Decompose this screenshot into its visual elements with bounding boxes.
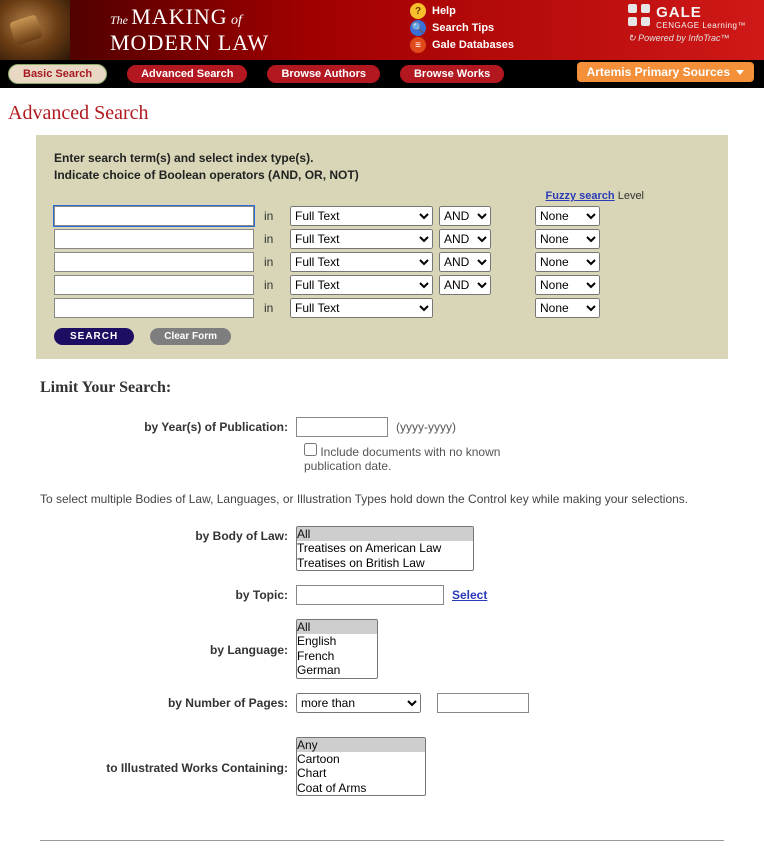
nav-basic-search[interactable]: Basic Search [8, 64, 107, 84]
topic-select-link[interactable]: Select [452, 588, 487, 602]
pages-label: by Number of Pages: [40, 693, 296, 710]
gale-branding: GALE CENGAGE Learning™ Powered by InfoTr… [628, 4, 746, 44]
pages-input[interactable] [437, 693, 529, 713]
language-select[interactable]: All English French German [296, 619, 378, 679]
search-button[interactable]: SEARCH [54, 328, 134, 345]
help-link[interactable]: ?Help [410, 3, 514, 20]
include-unknown-checkbox[interactable] [304, 443, 317, 456]
year-label: by Year(s) of Publication: [40, 417, 296, 434]
language-label: by Language: [40, 619, 296, 657]
topic-label: by Topic: [40, 585, 296, 602]
illustrated-select[interactable]: Any Cartoon Chart Coat of Arms [296, 737, 426, 797]
bool-select-3[interactable]: AND [439, 252, 491, 272]
chevron-down-icon [736, 70, 744, 75]
year-input[interactable] [296, 417, 388, 437]
search-term-5[interactable] [54, 298, 254, 318]
bool-select-2[interactable]: AND [439, 229, 491, 249]
fuzzy-select-5[interactable]: None [535, 298, 600, 318]
search-tips-link[interactable]: 🔍Search Tips [410, 20, 514, 37]
search-tips-icon: 🔍 [410, 20, 426, 36]
bool-select-1[interactable]: AND [439, 206, 491, 226]
topic-input[interactable] [296, 585, 444, 605]
databases-icon: ≡ [410, 37, 426, 53]
page-title: Advanced Search [0, 88, 764, 135]
field-select-4[interactable]: Full Text [290, 275, 433, 295]
gale-databases-link[interactable]: ≡Gale Databases [410, 37, 514, 54]
divider [40, 840, 724, 841]
search-term-1[interactable] [54, 206, 254, 226]
body-label: by Body of Law: [40, 526, 296, 543]
search-term-2[interactable] [54, 229, 254, 249]
artemis-dropdown[interactable]: Artemis Primary Sources [577, 62, 754, 82]
in-label: in [264, 209, 278, 223]
gavel-image [0, 0, 70, 60]
bool-select-4[interactable]: AND [439, 275, 491, 295]
clear-form-button[interactable]: Clear Form [150, 328, 231, 345]
fuzzy-select-2[interactable]: None [535, 229, 600, 249]
help-icon: ? [410, 3, 426, 19]
fuzzy-search-link[interactable]: Fuzzy search [546, 190, 615, 202]
nav-browse-authors[interactable]: Browse Authors [267, 65, 380, 83]
pages-operator-select[interactable]: more than [296, 693, 421, 713]
field-select-1[interactable]: Full Text [290, 206, 433, 226]
fuzzy-select-4[interactable]: None [535, 275, 600, 295]
fuzzy-select-1[interactable]: None [535, 206, 600, 226]
body-of-law-select[interactable]: All Treatises on American Law Treatises … [296, 526, 474, 571]
instruction-1: Enter search term(s) and select index ty… [54, 151, 710, 165]
illustrated-label: to Illustrated Works Containing: [40, 737, 296, 775]
field-select-5[interactable]: Full Text [290, 298, 433, 318]
multi-select-note: To select multiple Bodies of Law, Langua… [40, 491, 724, 508]
fuzzy-select-3[interactable]: None [535, 252, 600, 272]
field-select-3[interactable]: Full Text [290, 252, 433, 272]
limit-title: Limit Your Search: [40, 379, 724, 397]
search-term-3[interactable] [54, 252, 254, 272]
gale-logo-icon [628, 4, 650, 26]
site-title: The MAKING of MODERN LAW Legal Treatises… [70, 0, 269, 60]
nav-browse-works[interactable]: Browse Works [400, 65, 504, 83]
fuzzy-header: Fuzzy search Level [54, 190, 644, 202]
instruction-2: Indicate choice of Boolean operators (AN… [54, 168, 710, 182]
include-unknown-label: Include documents with no known publicat… [304, 445, 500, 473]
year-hint: (yyyy-yyyy) [396, 420, 456, 434]
field-select-2[interactable]: Full Text [290, 229, 433, 249]
nav-advanced-search[interactable]: Advanced Search [127, 65, 247, 83]
search-term-4[interactable] [54, 275, 254, 295]
